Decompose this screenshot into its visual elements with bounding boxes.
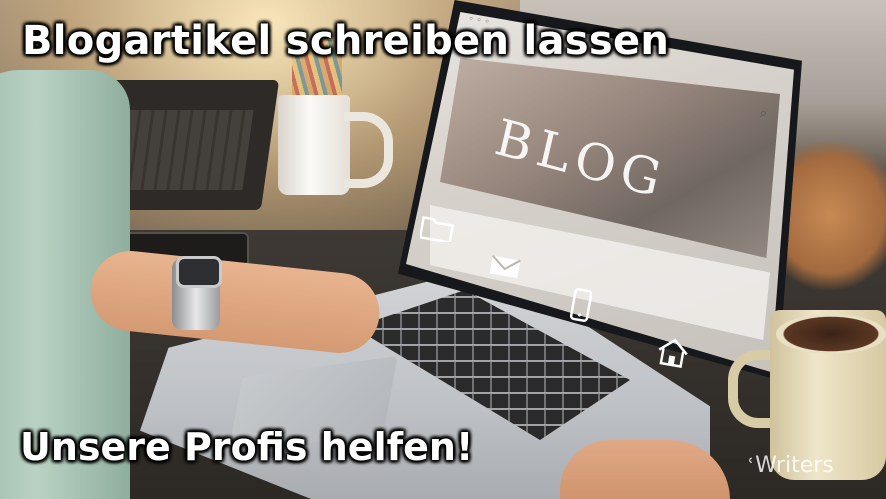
white-mug-handle: [344, 112, 393, 188]
folder-icon: [420, 214, 454, 242]
brand-logo-text: Writers: [755, 453, 834, 478]
white-mug: [278, 95, 350, 195]
hero-banner: BLOG ◦ ◦ ◦ ⌕ Blogartikel schreiben lasse…: [0, 0, 886, 499]
mail-icon: [488, 254, 522, 280]
brand-logo-mark: ʿ: [748, 453, 755, 478]
search-icon: ⌕: [760, 106, 768, 121]
home-icon: [656, 336, 690, 368]
wristwatch-face: [176, 256, 222, 288]
coffee-surface: [776, 314, 886, 354]
headline: Blogartikel schreiben lassen: [22, 18, 670, 64]
brand-logo: ʿ Writers: [748, 453, 834, 478]
phone-icon: [570, 288, 592, 324]
subline: Unsere Profis helfen!: [20, 425, 474, 469]
